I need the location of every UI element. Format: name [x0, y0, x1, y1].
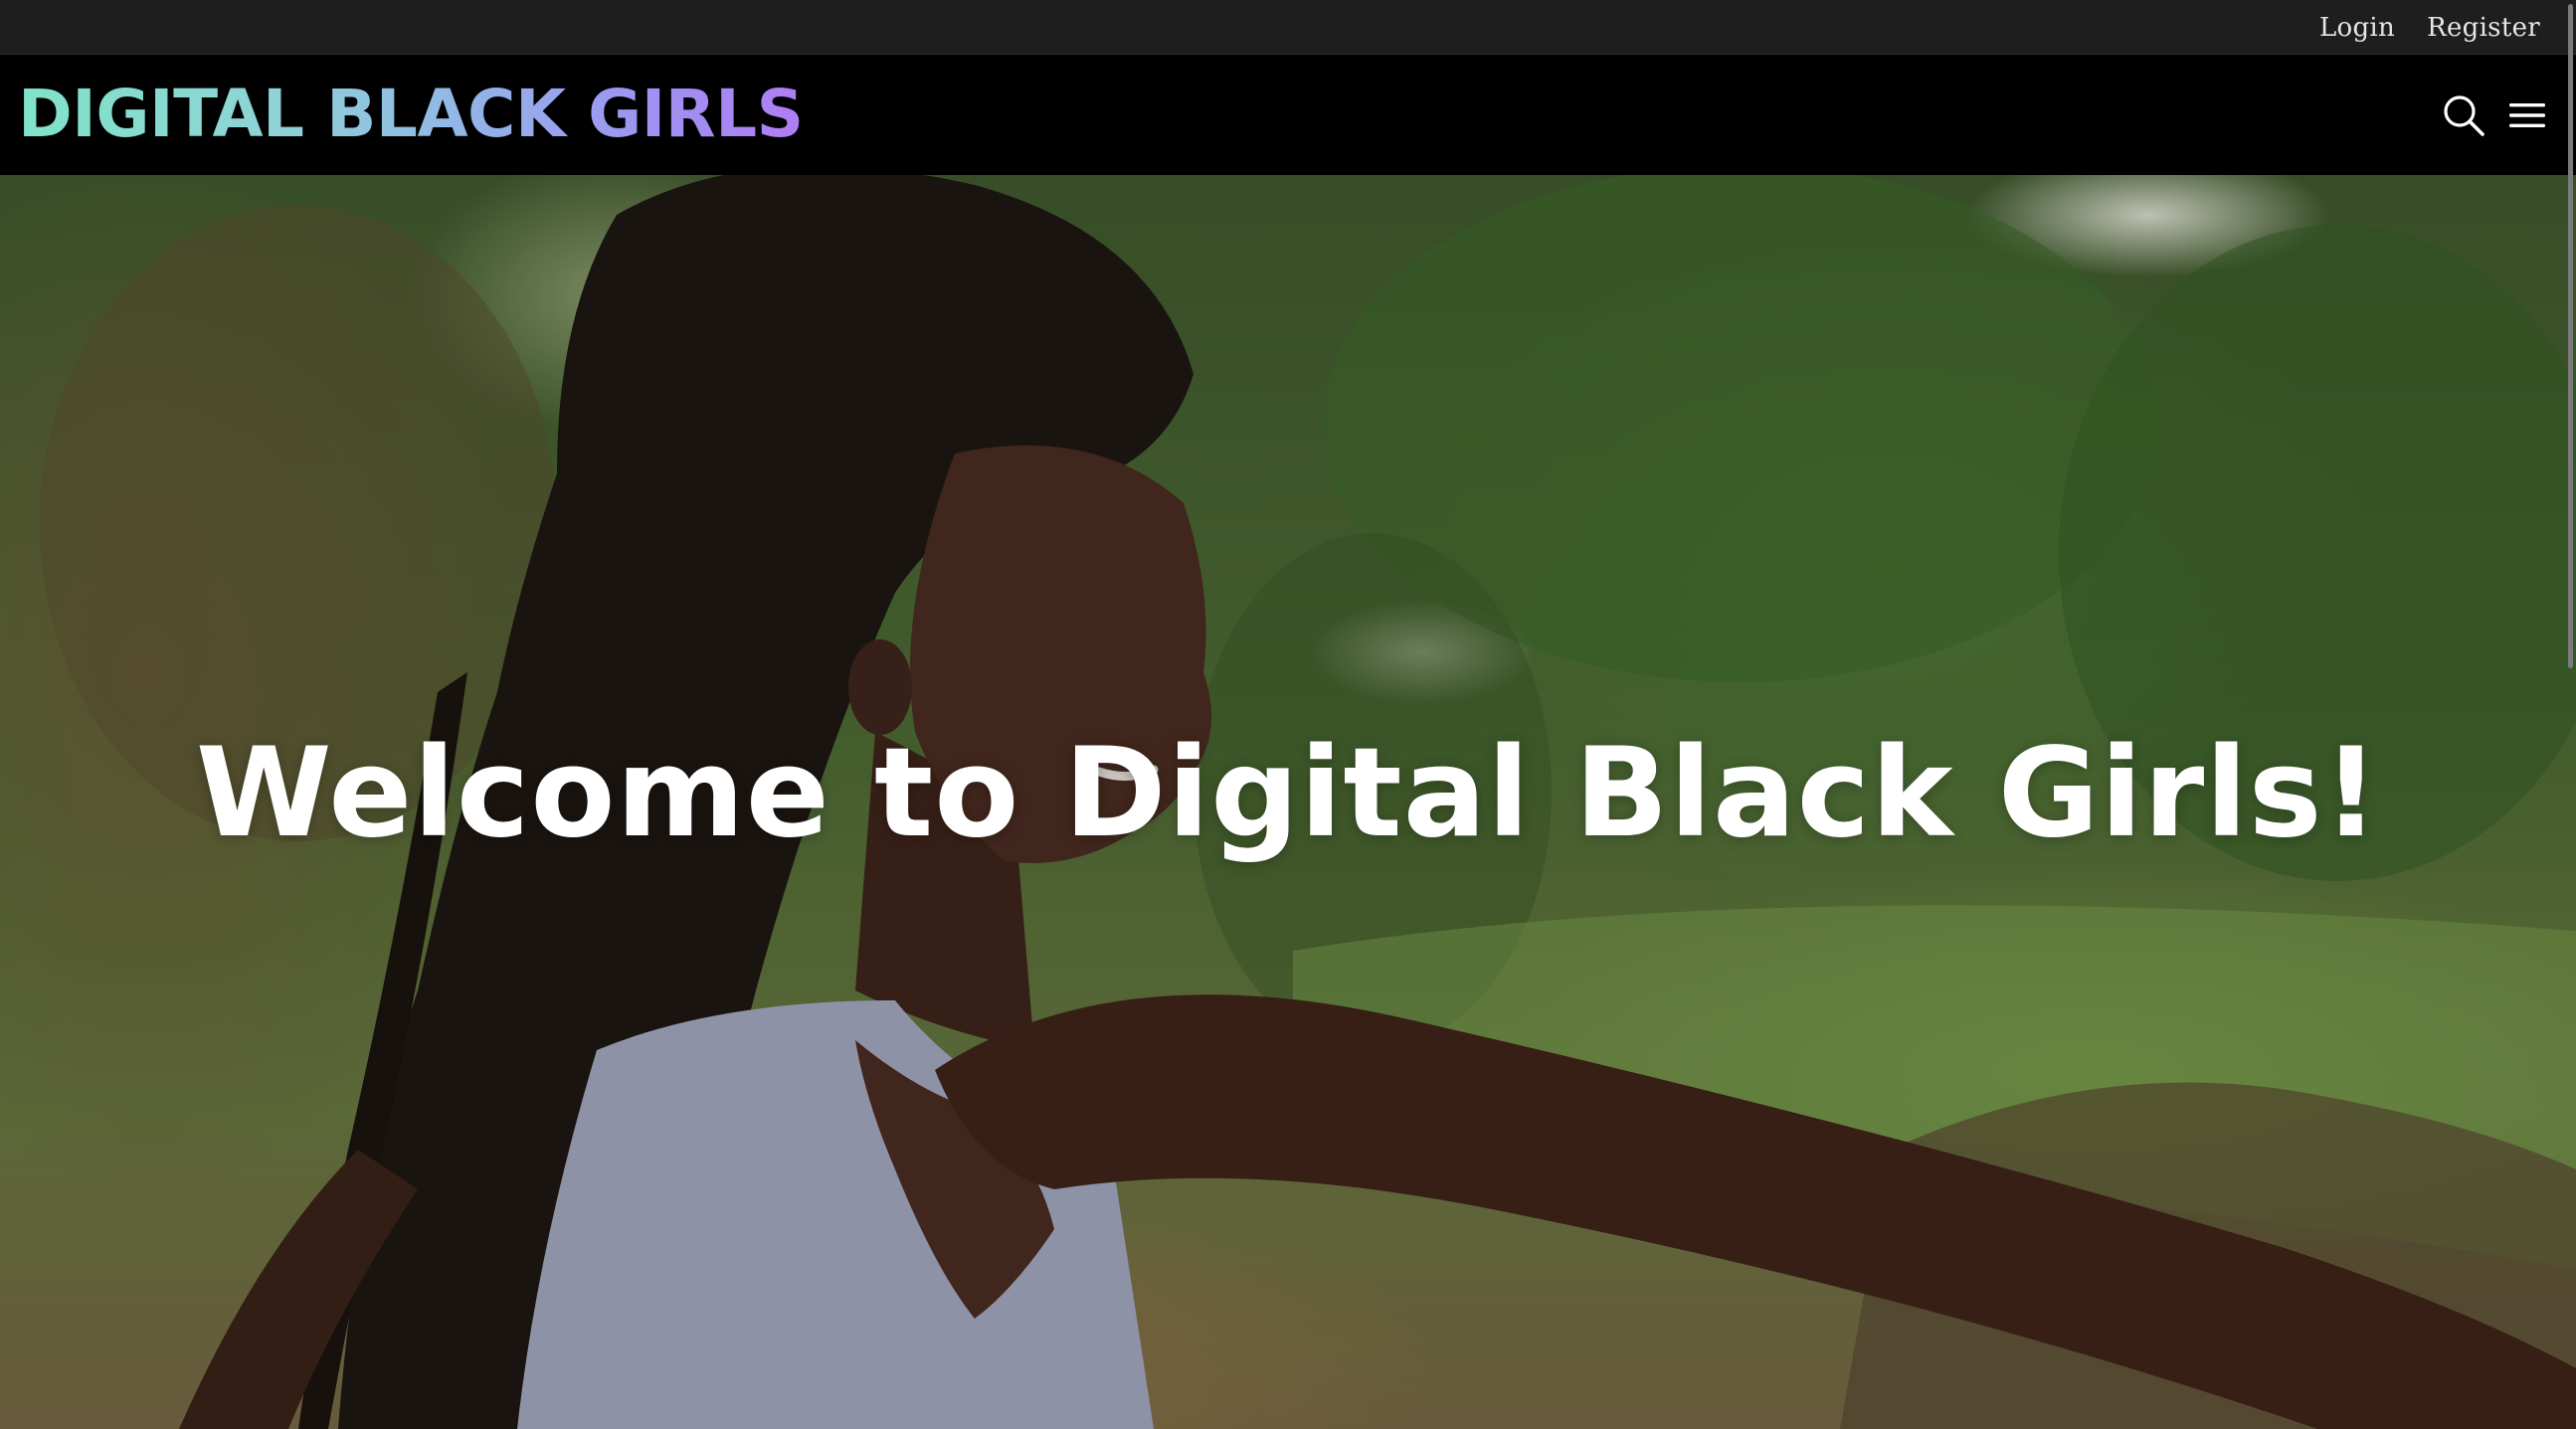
header-actions — [2439, 56, 2576, 175]
hamburger-menu-icon — [2509, 103, 2545, 127]
hero-title: Welcome to Digital Black Girls! — [195, 722, 2381, 865]
scrollbar-thumb[interactable] — [2568, 4, 2573, 668]
vertical-scrollbar[interactable] — [2564, 0, 2576, 1429]
site-logo[interactable]: DIGITAL BLACK GIRLS — [18, 82, 804, 147]
login-link[interactable]: Login — [2319, 13, 2395, 43]
search-button[interactable] — [2439, 90, 2488, 140]
hero-banner: Welcome to Digital Black Girls! — [0, 175, 2576, 1429]
site-header: DIGITAL BLACK GIRLS — [0, 56, 2576, 175]
menu-button[interactable] — [2502, 90, 2552, 140]
register-link[interactable]: Register — [2427, 13, 2540, 43]
search-icon — [2444, 95, 2484, 136]
page: Login Register DIGITAL BLACK GIRLS Welco… — [0, 0, 2576, 1429]
utility-links: Login Register — [2319, 0, 2540, 55]
utility-bar: Login Register — [0, 0, 2576, 55]
